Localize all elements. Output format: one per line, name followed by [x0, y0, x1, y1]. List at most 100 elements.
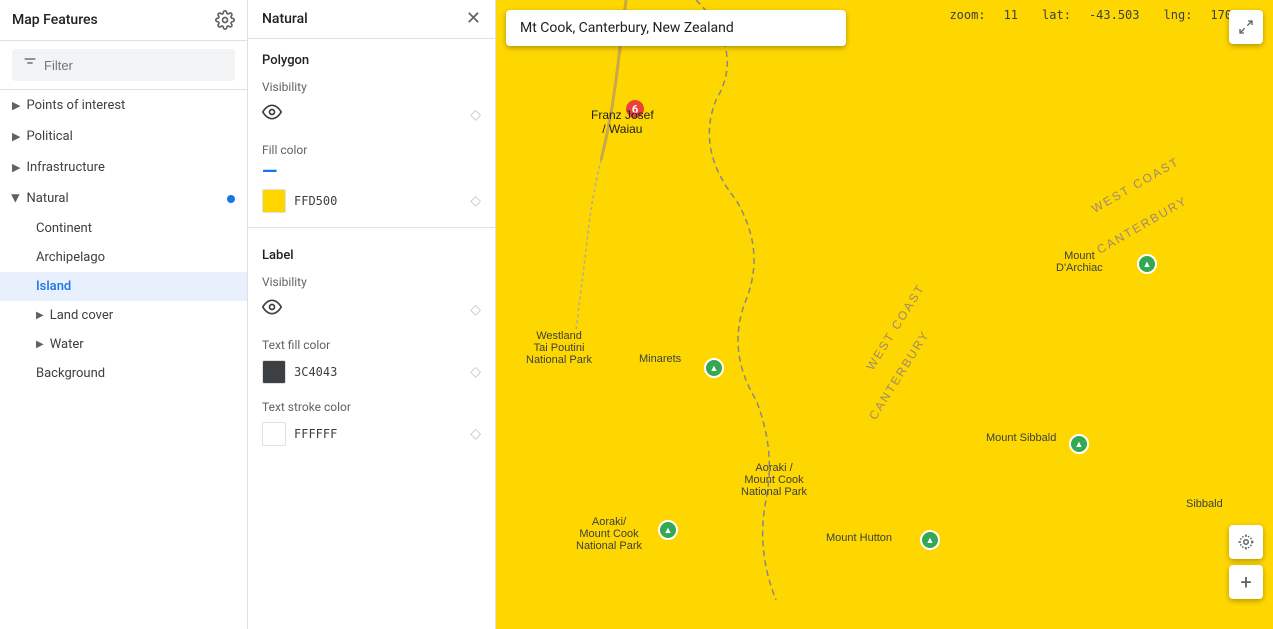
- label-text-fill-color-row: 3C4043 ◇: [248, 356, 495, 392]
- eye-icon[interactable]: [262, 102, 282, 127]
- lng-label: lng:: [1164, 8, 1193, 22]
- filter-input[interactable]: [44, 58, 225, 73]
- sibbald-label: Mount Sibbald: [986, 432, 1056, 444]
- fill-color-swatch[interactable]: [262, 189, 286, 213]
- polygon-section-label: Polygon: [248, 39, 495, 72]
- sub-item-label: Water: [50, 337, 84, 352]
- sub-item-archipelago[interactable]: Archipelago: [0, 243, 247, 272]
- divider: [248, 227, 495, 228]
- label-section-label: Label: [248, 234, 495, 267]
- hutton-marker: [920, 530, 940, 550]
- sub-item-background[interactable]: Background: [0, 359, 247, 388]
- polygon-fill-color-left: FFD500: [262, 189, 337, 213]
- sidebar-item-label: Infrastructure: [26, 160, 104, 175]
- sub-item-label: Land cover: [50, 308, 113, 323]
- diamond-icon[interactable]: ◇: [470, 193, 481, 209]
- text-stroke-color-swatch[interactable]: [262, 422, 286, 446]
- text-stroke-color-code: FFFFFF: [294, 427, 337, 441]
- close-button[interactable]: ✕: [466, 10, 481, 28]
- panel: Natural ✕ Polygon Visibility ◇ Fill colo…: [248, 0, 496, 629]
- label-text-stroke-label: Text stroke color: [248, 392, 495, 418]
- westland-label: WestlandTai PoutiniNational Park: [526, 330, 592, 366]
- chevron-small-icon: ▶: [36, 339, 44, 350]
- sub-item-continent[interactable]: Continent: [0, 214, 247, 243]
- diamond-icon[interactable]: ◇: [470, 364, 481, 380]
- eye-icon[interactable]: [262, 297, 282, 322]
- polygon-visibility-row: ◇: [248, 98, 495, 135]
- panel-title: Natural: [262, 11, 308, 27]
- text-fill-color-swatch[interactable]: [262, 360, 286, 384]
- aoraki-1-label: Aoraki /Mount CookNational Park: [741, 462, 807, 498]
- zoom-plus-button[interactable]: +: [1229, 565, 1263, 599]
- fill-color-minus-icon[interactable]: —: [262, 161, 277, 181]
- sub-item-land-cover[interactable]: ▶ Land cover: [0, 301, 247, 330]
- chevron-right-icon: ▶: [10, 194, 23, 202]
- zoom-label: zoom:: [949, 8, 985, 22]
- text-fill-color-code: 3C4043: [294, 365, 337, 379]
- active-dot: [227, 195, 235, 203]
- search-box: Mt Cook, Canterbury, New Zealand: [506, 10, 846, 46]
- sibbald-right-label: Sibbald: [1186, 498, 1223, 510]
- sub-item-label: Background: [36, 366, 105, 381]
- chevron-right-icon: ▶: [12, 130, 20, 143]
- darchiac-label: MountD'Archiac: [1056, 250, 1103, 274]
- sibbald-marker: [1069, 434, 1089, 454]
- sub-item-label: Island: [36, 279, 71, 294]
- franz-josef-label: Franz Josef/ Waiau: [591, 108, 654, 136]
- minarets-marker: [704, 358, 724, 378]
- aoraki2-marker: [658, 520, 678, 540]
- west-coast-label-2: WEST COAST: [863, 281, 927, 372]
- sidebar-item-infrastructure[interactable]: ▶ Infrastructure: [0, 152, 247, 183]
- panel-header: Natural ✕: [248, 0, 495, 39]
- diamond-icon[interactable]: ◇: [470, 107, 481, 123]
- filter-icon: [22, 55, 38, 75]
- hutton-label: Mount Hutton: [826, 532, 892, 544]
- polygon-fill-color-label: Fill color: [248, 135, 495, 161]
- label-text-fill-label: Text fill color: [248, 330, 495, 356]
- sidebar-item-natural[interactable]: ▶ Natural: [0, 183, 247, 214]
- sidebar-item-label: Natural: [26, 191, 68, 206]
- label-stroke-color-left: FFFFFF: [262, 422, 337, 446]
- label-visibility-row: ◇: [248, 293, 495, 330]
- label-visibility-label: Visibility: [248, 267, 495, 293]
- sidebar-item-political[interactable]: ▶ Political: [0, 121, 247, 152]
- lat-label: lat:: [1042, 8, 1071, 22]
- sub-item-label: Archipelago: [36, 250, 105, 265]
- sidebar-item-label: Points of interest: [26, 98, 125, 113]
- canterbury-label-2: CANTERBURY: [866, 328, 932, 422]
- lat-value: -43.503: [1089, 8, 1140, 22]
- sidebar-item-points-of-interest[interactable]: ▶ Points of interest: [0, 90, 247, 121]
- canterbury-label-1: CANTERBURY: [1094, 193, 1190, 256]
- polygon-fill-color-row: FFD500 ◇: [248, 185, 495, 221]
- fullscreen-button[interactable]: [1229, 10, 1263, 44]
- franz-josef-marker: 6: [626, 100, 644, 118]
- sub-item-label: Continent: [36, 221, 92, 236]
- natural-sub-items: Continent Archipelago Island ▶ Land cove…: [0, 214, 247, 388]
- filter-bar: [0, 41, 247, 90]
- zoom-value: 11: [1004, 8, 1018, 22]
- chevron-right-icon: ▶: [12, 161, 20, 174]
- sidebar: Map Features ▶ Points of interest ▶ Po: [0, 0, 248, 629]
- darchiac-marker: [1137, 254, 1157, 274]
- polygon-visibility-label: Visibility: [248, 72, 495, 98]
- map-area[interactable]: zoom: 11 lat: -43.503 lng: 170.306 Mt Co…: [496, 0, 1273, 629]
- sidebar-title: Map Features: [12, 12, 98, 28]
- fill-color-code: FFD500: [294, 194, 337, 208]
- aoraki-2-label: Aoraki/Mount CookNational Park: [576, 516, 642, 552]
- minarets-label: Minarets: [639, 353, 681, 365]
- diamond-icon[interactable]: ◇: [470, 302, 481, 318]
- map-svg: [496, 0, 1273, 629]
- diamond-icon[interactable]: ◇: [470, 426, 481, 442]
- sub-item-island[interactable]: Island: [0, 272, 247, 301]
- chevron-right-icon: ▶: [12, 99, 20, 112]
- chevron-small-icon: ▶: [36, 310, 44, 321]
- search-value: Mt Cook, Canterbury, New Zealand: [520, 20, 734, 36]
- filter-input-wrap[interactable]: [12, 49, 235, 81]
- label-text-stroke-color-row: FFFFFF ◇: [248, 418, 495, 454]
- sidebar-item-label: Political: [26, 129, 72, 144]
- gear-icon[interactable]: [215, 10, 235, 30]
- sub-item-water[interactable]: ▶ Water: [0, 330, 247, 359]
- sidebar-header: Map Features: [0, 0, 247, 41]
- west-coast-label-1: WEST COAST: [1089, 154, 1182, 216]
- location-button[interactable]: [1229, 525, 1263, 559]
